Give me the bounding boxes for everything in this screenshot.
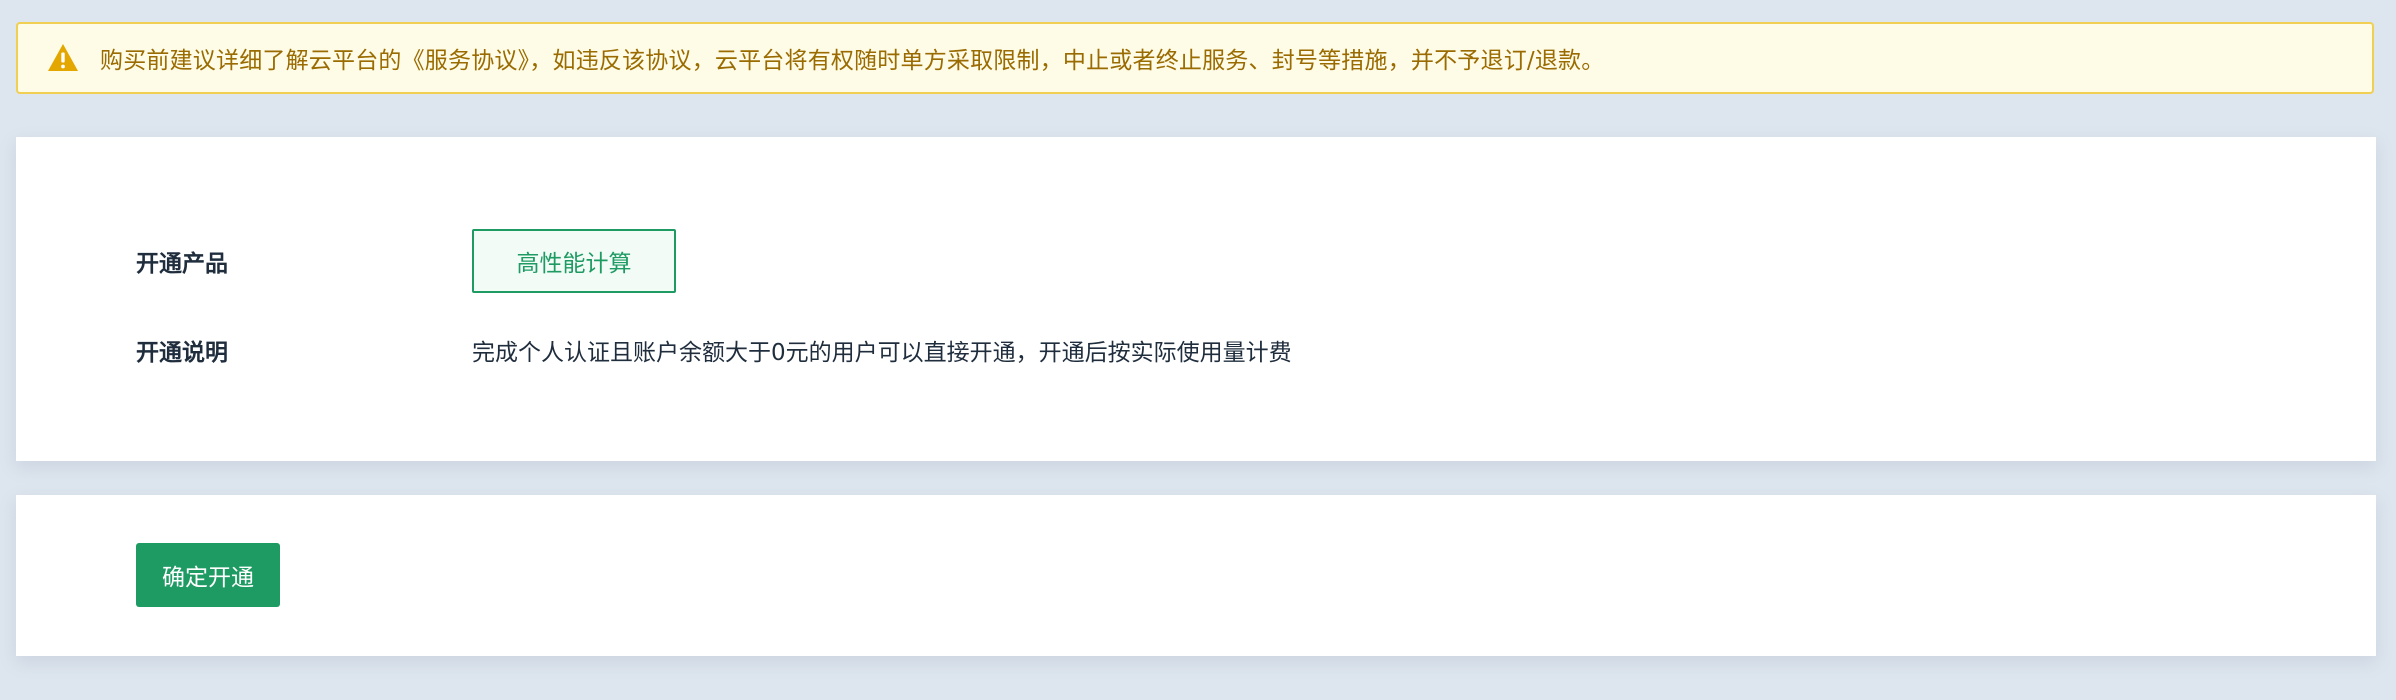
description-label: 开通说明 — [136, 340, 228, 366]
warning-icon — [46, 41, 80, 75]
service-info-card: 开通产品 高性能计算 开通说明 完成个人认证且账户余额大于0元的用户可以直接开通… — [16, 137, 2376, 461]
description-row: 开通说明 完成个人认证且账户余额大于0元的用户可以直接开通，开通后按实际使用量计… — [136, 330, 1292, 370]
agreement-notice: 购买前建议详细了解云平台的《服务协议》，如违反该协议，云平台将有权随时单方采取限… — [16, 22, 2374, 94]
product-label: 开通产品 — [136, 251, 228, 277]
confirm-activate-button[interactable]: 确定开通 — [136, 543, 280, 607]
description-text: 完成个人认证且账户余额大于0元的用户可以直接开通，开通后按实际使用量计费 — [472, 340, 1292, 366]
product-row: 开通产品 高性能计算 — [136, 229, 676, 293]
notice-text: 购买前建议详细了解云平台的《服务协议》，如违反该协议，云平台将有权随时单方采取限… — [100, 48, 1605, 74]
action-card: 确定开通 — [16, 495, 2376, 656]
product-option-hpc[interactable]: 高性能计算 — [472, 229, 676, 293]
